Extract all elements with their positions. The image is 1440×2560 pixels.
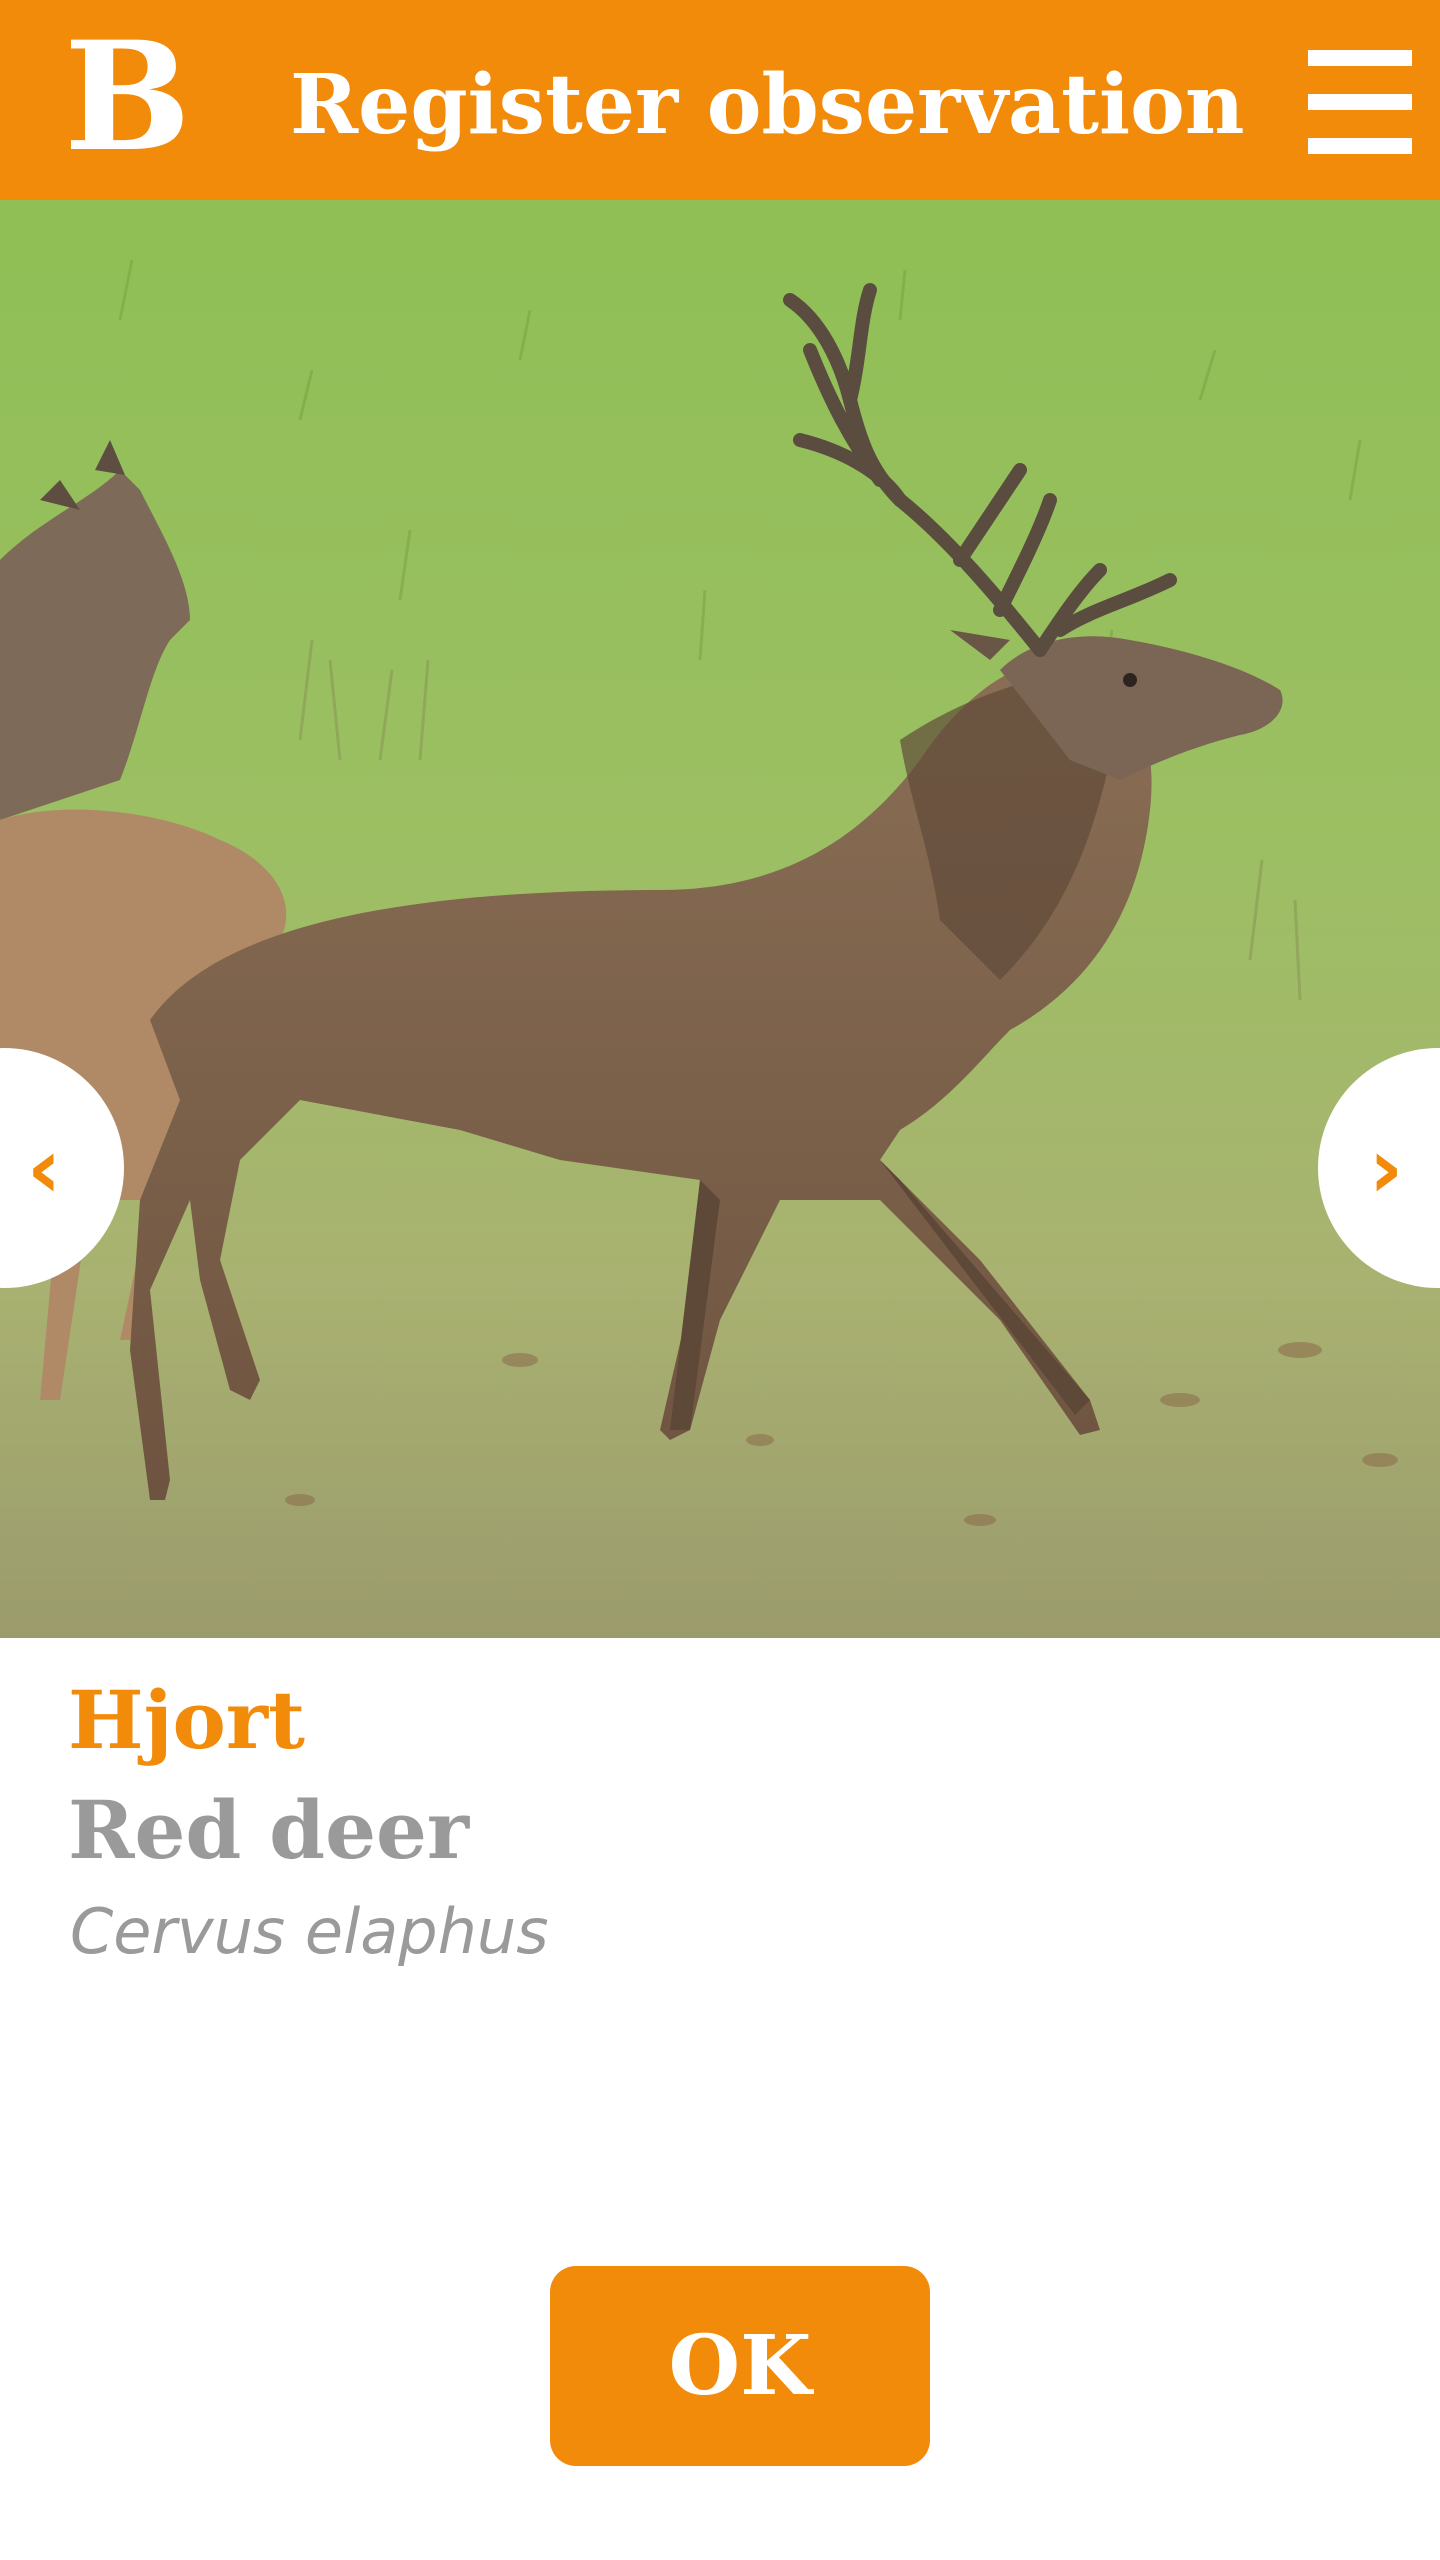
chevron-left-icon: ‹ bbox=[26, 1119, 62, 1217]
menu-bar-middle bbox=[1308, 94, 1412, 110]
chevron-right-icon: › bbox=[1368, 1119, 1404, 1217]
app-root: B Register observation ‹ › Hjort Red dee… bbox=[0, 0, 1440, 2560]
species-common-name: Red deer bbox=[68, 1783, 470, 1877]
page-title: Register observation bbox=[290, 57, 1245, 153]
app-logo: B bbox=[64, 9, 191, 185]
menu-bar-bottom bbox=[1308, 138, 1412, 154]
species-photo: ‹ › bbox=[0, 200, 1440, 1638]
app-header: B Register observation bbox=[0, 0, 1440, 200]
red-deer-stag-photo bbox=[0, 200, 1440, 1638]
species-latin-name: Cervus elaphus bbox=[70, 1895, 549, 1968]
hamburger-menu-icon[interactable] bbox=[1308, 50, 1412, 154]
menu-bar-top bbox=[1308, 50, 1412, 66]
ok-button[interactable]: OK bbox=[550, 2266, 930, 2466]
species-local-name: Hjort bbox=[68, 1673, 305, 1767]
